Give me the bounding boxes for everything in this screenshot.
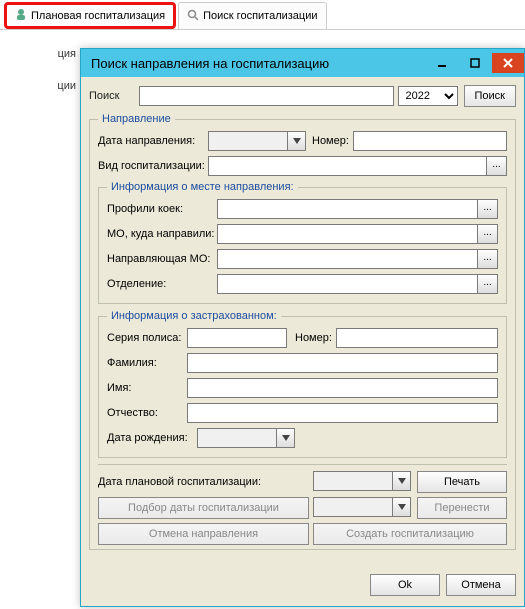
legend-referral: Направление <box>98 113 175 125</box>
mo-destination-label: МО, куда направили: <box>107 228 217 240</box>
dialog-titlebar: Поиск направления на госпитализацию <box>81 49 524 77</box>
browse-button[interactable]: ... <box>478 249 498 269</box>
ok-button[interactable]: Ok <box>370 574 440 596</box>
search-input[interactable] <box>139 86 394 106</box>
search-button[interactable]: Поиск <box>464 85 516 107</box>
mo-destination-input[interactable] <box>217 224 478 244</box>
dialog-title: Поиск направления на госпитализацию <box>91 56 425 71</box>
tab-planned-hospitalization[interactable]: Плановая госпитализация <box>4 2 176 29</box>
pick-date-button[interactable]: Подбор даты госпитализации <box>98 497 309 519</box>
move-button[interactable]: Перенести <box>417 497 507 519</box>
policy-series-input[interactable] <box>187 328 287 348</box>
planned-date-label: Дата плановой госпитализации: <box>98 476 309 488</box>
minimize-button[interactable] <box>426 53 458 73</box>
background-sidebar: ция ции <box>0 38 80 102</box>
search-icon <box>187 9 199 24</box>
policy-number-input[interactable] <box>336 328 498 348</box>
referral-date-field <box>208 131 306 151</box>
patronymic-input[interactable] <box>187 403 498 423</box>
secondary-date-field <box>313 497 413 519</box>
dropdown-icon[interactable] <box>393 497 411 517</box>
browse-button[interactable]: ... <box>478 224 498 244</box>
create-hospitalization-button[interactable]: Создать госпитализацию <box>313 523 507 545</box>
policy-number-label: Номер: <box>295 332 332 344</box>
dropdown-icon[interactable] <box>393 471 411 491</box>
legend-insured: Информация о застрахованном: <box>107 310 281 322</box>
planned-hosp-grid: Дата плановой госпитализации: Печать Под… <box>98 471 507 545</box>
dialog-content: Поиск 2022 Поиск Направление Дата направ… <box>81 77 524 564</box>
year-select[interactable]: 2022 <box>398 86 458 106</box>
planned-date-field <box>313 471 413 493</box>
referral-date-label: Дата направления: <box>98 135 208 147</box>
fieldset-insured: Информация о застрахованном: Серия полис… <box>98 310 507 458</box>
background-tabs: Плановая госпитализация Поиск госпитализ… <box>0 0 525 30</box>
mo-source-label: Направляющая МО: <box>107 253 217 265</box>
close-button[interactable] <box>492 53 524 73</box>
legend-place: Информация о месте направления: <box>107 181 298 193</box>
sidebar-fragment: ция <box>0 38 80 70</box>
browse-button[interactable]: ... <box>478 199 498 219</box>
dob-field <box>197 428 295 448</box>
search-label: Поиск <box>89 90 139 102</box>
tab-label: Плановая госпитализация <box>31 10 165 22</box>
referral-number-label: Номер: <box>312 135 349 147</box>
search-row: Поиск 2022 Поиск <box>89 85 516 107</box>
mo-source-input[interactable] <box>217 249 478 269</box>
maximize-button[interactable] <box>459 53 491 73</box>
cancel-referral-button[interactable]: Отмена направления <box>98 523 309 545</box>
bed-profiles-input[interactable] <box>217 199 478 219</box>
hospitalization-type-input[interactable] <box>208 156 487 176</box>
dropdown-icon[interactable] <box>277 428 295 448</box>
firstname-label: Имя: <box>107 382 187 394</box>
referral-date-input[interactable] <box>208 131 288 151</box>
print-button[interactable]: Печать <box>417 471 507 493</box>
department-label: Отделение: <box>107 278 217 290</box>
dialog-footer: Ok Отмена <box>81 564 524 606</box>
lastname-label: Фамилия: <box>107 357 187 369</box>
browse-button[interactable]: ... <box>478 274 498 294</box>
dropdown-icon[interactable] <box>288 131 306 151</box>
fieldset-place: Информация о месте направления: Профили … <box>98 181 507 304</box>
policy-series-label: Серия полиса: <box>107 332 187 344</box>
dob-label: Дата рождения: <box>107 432 197 444</box>
person-icon <box>15 8 27 23</box>
divider <box>98 464 507 465</box>
planned-date-input[interactable] <box>313 471 393 491</box>
patronymic-label: Отчество: <box>107 407 187 419</box>
department-input[interactable] <box>217 274 478 294</box>
firstname-input[interactable] <box>187 378 498 398</box>
search-referral-dialog: Поиск направления на госпитализацию Поис… <box>80 48 525 607</box>
tab-search-hospitalization[interactable]: Поиск госпитализации <box>178 2 326 29</box>
referral-number-input[interactable] <box>353 131 507 151</box>
lastname-input[interactable] <box>187 353 498 373</box>
sidebar-fragment: ции <box>0 70 80 102</box>
hospitalization-type-label: Вид госпитализации: <box>98 160 208 172</box>
tab-label: Поиск госпитализации <box>203 10 317 22</box>
browse-button[interactable]: ... <box>487 156 507 176</box>
fieldset-referral: Направление Дата направления: Номер: Вид… <box>89 113 516 550</box>
bed-profiles-label: Профили коек: <box>107 203 217 215</box>
cancel-button[interactable]: Отмена <box>446 574 516 596</box>
secondary-date-input[interactable] <box>313 497 393 517</box>
dob-input[interactable] <box>197 428 277 448</box>
